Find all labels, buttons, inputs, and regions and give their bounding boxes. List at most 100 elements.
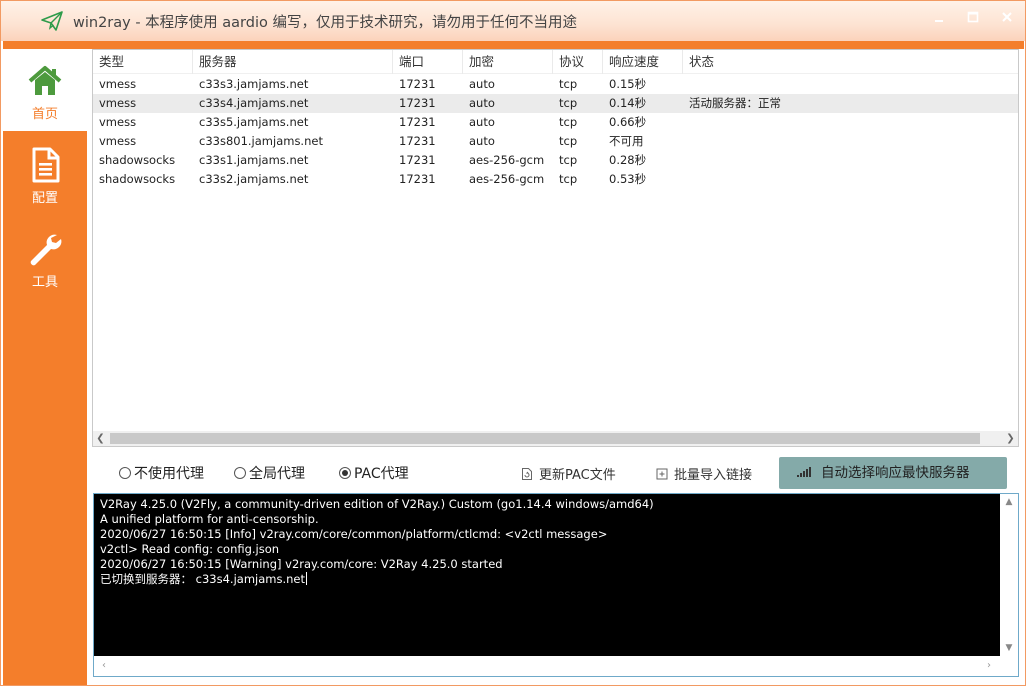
update-pac-button[interactable]: 更新PAC文件 bbox=[521, 465, 616, 487]
log-line: v2ctl> Read config: config.json bbox=[100, 542, 280, 556]
cell-protocol: tcp bbox=[559, 96, 578, 110]
column-header-status[interactable]: 状态 bbox=[683, 50, 1013, 74]
cell-server: c33s5.jamjams.net bbox=[199, 115, 309, 129]
table-row[interactable]: vmess c33s5.jamjams.net 17231 auto tcp 0.66秒 bbox=[93, 113, 1018, 132]
cell-type: vmess bbox=[99, 77, 137, 91]
column-header-speed[interactable]: 响应速度 bbox=[603, 50, 683, 74]
radio-label: 不使用代理 bbox=[134, 466, 204, 482]
cell-encryption: aes-256-gcm bbox=[469, 172, 545, 186]
controls-bar: 不使用代理 全局代理 PAC代理 更新PAC文件 批量导入链接 自动选择响应最快… bbox=[87, 455, 1024, 493]
cell-port: 17231 bbox=[399, 77, 436, 91]
log-line: 2020/06/27 16:50:15 [Warning] v2ray.com/… bbox=[100, 557, 503, 571]
app-window: win2ray - 本程序使用 aardio 编写，仅用于技术研究，请勿用于任何… bbox=[0, 0, 1026, 686]
wrench-icon bbox=[30, 234, 62, 266]
sidebar-item-tools[interactable]: 工具 bbox=[3, 217, 87, 299]
table-row[interactable]: vmess c33s4.jamjams.net 17231 auto tcp 0.14秒 活… bbox=[93, 94, 1018, 113]
cell-speed: 0.66秒 bbox=[609, 115, 647, 129]
cell-speed: 0.53秒 bbox=[609, 172, 647, 186]
scroll-up-icon[interactable]: ▲ bbox=[1000, 495, 1018, 509]
log-line: A unified platform for anti-censorship. bbox=[100, 512, 319, 526]
radio-global-proxy[interactable]: 全局代理 bbox=[234, 463, 305, 485]
log-output[interactable]: V2Ray 4.25.0 (V2Fly, a community-driven … bbox=[94, 494, 1000, 656]
log-line-text: 已切换到服务器： c33s4.jamjams.net bbox=[100, 572, 305, 586]
home-icon bbox=[28, 66, 62, 95]
server-list-header: 类型 服务器 端口 加密 协议 响应速度 状态 bbox=[93, 50, 1018, 74]
cell-speed: 0.14秒 bbox=[609, 96, 647, 110]
scroll-right-icon[interactable]: › bbox=[982, 659, 996, 673]
table-row[interactable]: shadowsocks c33s2.jamjams.net 17231 aes-256… bbox=[93, 170, 1018, 189]
cell-status bbox=[683, 132, 689, 151]
sidebar-item-label: 首页 bbox=[31, 107, 58, 122]
document-icon bbox=[32, 147, 60, 183]
log-console[interactable]: V2Ray 4.25.0 (V2Fly, a community-driven … bbox=[93, 493, 1019, 677]
console-horizontal-scrollbar[interactable]: ‹ › bbox=[94, 656, 1018, 676]
batch-import-label: 批量导入链接 bbox=[674, 468, 753, 483]
accent-strip bbox=[3, 41, 1024, 49]
window-title: win2ray - 本程序使用 aardio 编写，仅用于技术研究，请勿用于任何… bbox=[73, 15, 577, 31]
cell-server: c33s3.jamjams.net bbox=[199, 77, 309, 91]
radio-pac-proxy[interactable]: PAC代理 bbox=[339, 463, 409, 485]
auto-select-label: 自动选择响应最快服务器 bbox=[821, 465, 970, 481]
title-bar[interactable]: win2ray - 本程序使用 aardio 编写，仅用于技术研究，请勿用于任何… bbox=[1, 1, 1025, 41]
horizontal-scrollbar[interactable]: ❮ ❯ bbox=[93, 431, 1018, 446]
paper-plane-icon bbox=[41, 11, 63, 31]
cell-port: 17231 bbox=[399, 96, 436, 110]
cell-protocol: tcp bbox=[559, 134, 578, 148]
column-header-encryption[interactable]: 加密 bbox=[463, 50, 553, 74]
batch-import-button[interactable]: 批量导入链接 bbox=[656, 465, 752, 487]
cell-protocol: tcp bbox=[559, 77, 578, 91]
cell-speed: 0.28秒 bbox=[609, 153, 647, 167]
column-header-port[interactable]: 端口 bbox=[393, 50, 463, 74]
cell-type: vmess bbox=[99, 115, 137, 129]
cell-type: vmess bbox=[99, 96, 137, 110]
sidebar: 首页 配置 工具 bbox=[3, 49, 87, 685]
scroll-down-icon[interactable]: ▼ bbox=[1000, 641, 1018, 655]
cell-type: shadowsocks bbox=[99, 172, 176, 186]
cell-speed: 0.15秒 bbox=[609, 77, 647, 91]
radio-no-proxy[interactable]: 不使用代理 bbox=[119, 463, 204, 485]
sidebar-item-home[interactable]: 首页 bbox=[3, 49, 87, 131]
cell-type: vmess bbox=[99, 134, 137, 148]
cell-port: 17231 bbox=[399, 115, 436, 129]
cell-status: 活动服务器：正常 bbox=[689, 96, 781, 110]
minimize-icon bbox=[935, 20, 943, 22]
scroll-left-icon[interactable]: ❮ bbox=[93, 431, 108, 446]
plus-box-icon bbox=[656, 468, 668, 480]
server-list[interactable]: 类型 服务器 端口 加密 协议 响应速度 状态 vmess c33s3.jamja… bbox=[92, 49, 1019, 447]
column-header-server[interactable]: 服务器 bbox=[193, 50, 393, 74]
auto-select-fastest-button[interactable]: 自动选择响应最快服务器 bbox=[779, 457, 1007, 489]
scrollbar-thumb[interactable] bbox=[110, 433, 980, 444]
close-button[interactable] bbox=[999, 9, 1015, 25]
column-header-type[interactable]: 类型 bbox=[93, 50, 193, 74]
text-cursor bbox=[305, 572, 307, 585]
table-row[interactable]: vmess c33s3.jamjams.net 17231 auto tcp 0.15秒 bbox=[93, 75, 1018, 94]
table-row[interactable]: shadowsocks c33s1.jamjams.net 17231 aes-256… bbox=[93, 151, 1018, 170]
cell-status bbox=[683, 113, 689, 132]
sidebar-item-config[interactable]: 配置 bbox=[3, 133, 87, 215]
log-line: 2020/06/27 16:50:15 [Info] v2ray.com/cor… bbox=[100, 527, 608, 541]
cell-port: 17231 bbox=[399, 153, 436, 167]
file-refresh-icon bbox=[522, 468, 532, 480]
cell-encryption: auto bbox=[469, 96, 495, 110]
cell-status bbox=[683, 75, 689, 94]
cell-protocol: tcp bbox=[559, 153, 578, 167]
maximize-button[interactable] bbox=[965, 9, 981, 25]
cell-server: c33s2.jamjams.net bbox=[199, 172, 309, 186]
main-content: 类型 服务器 端口 加密 协议 响应速度 状态 vmess c33s3.jamja… bbox=[87, 49, 1024, 685]
table-row[interactable]: vmess c33s801.jamjams.net 17231 auto tcp 不可用 bbox=[93, 132, 1018, 151]
cell-encryption: auto bbox=[469, 134, 495, 148]
signal-bars-icon bbox=[797, 467, 811, 477]
cell-speed: 不可用 bbox=[609, 134, 644, 148]
radio-label: 全局代理 bbox=[249, 466, 305, 482]
radio-selected-icon bbox=[339, 467, 351, 479]
cell-status bbox=[683, 170, 689, 189]
cell-encryption: auto bbox=[469, 115, 495, 129]
minimize-button[interactable] bbox=[931, 9, 947, 25]
column-header-protocol[interactable]: 协议 bbox=[553, 50, 603, 74]
sidebar-item-label: 配置 bbox=[31, 191, 58, 206]
scroll-right-icon[interactable]: ❯ bbox=[1003, 431, 1018, 446]
scroll-left-icon[interactable]: ‹ bbox=[97, 659, 111, 673]
radio-circle-icon bbox=[234, 467, 246, 479]
console-vertical-scrollbar[interactable]: ▲ ▼ bbox=[1000, 494, 1018, 656]
sidebar-item-label: 工具 bbox=[31, 275, 58, 290]
